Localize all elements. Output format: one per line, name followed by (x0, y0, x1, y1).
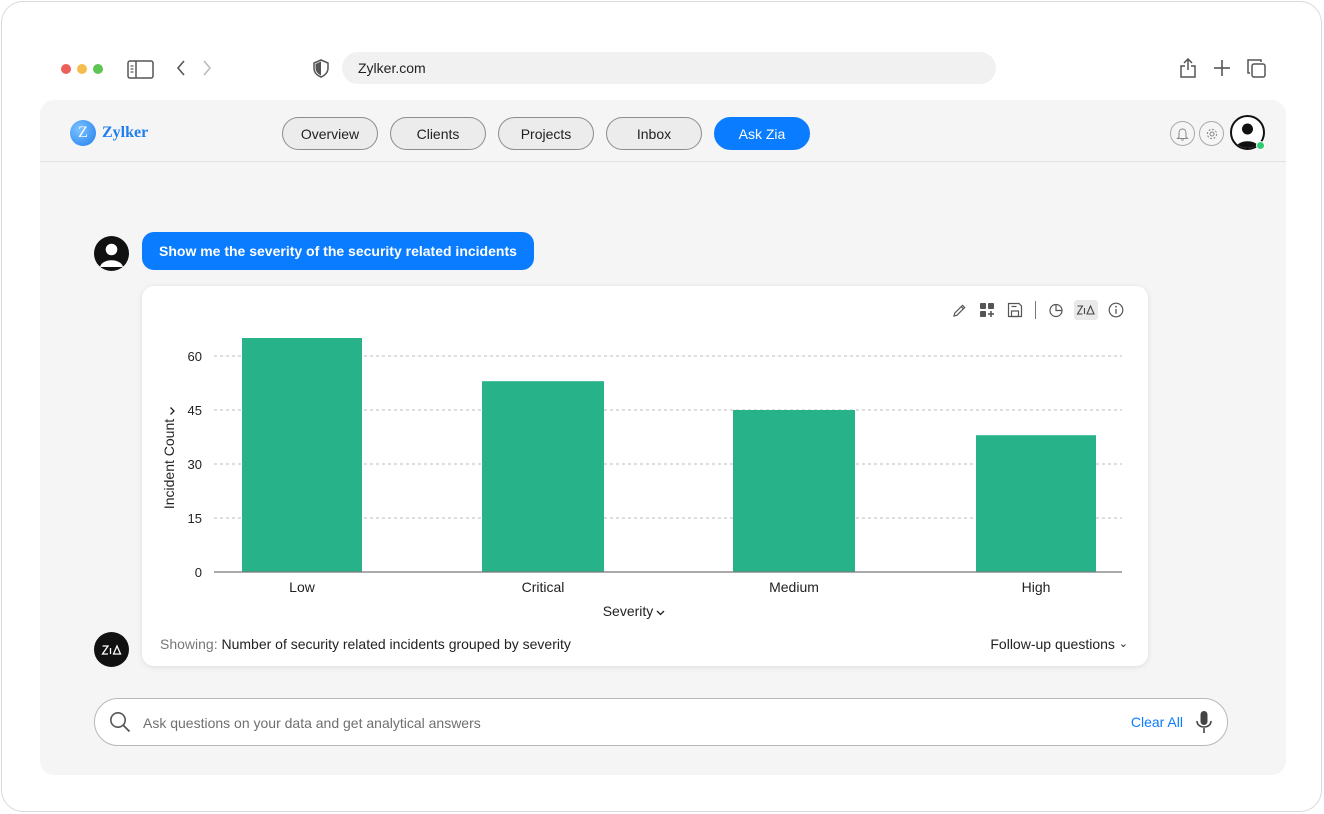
forward-arrow-icon[interactable] (198, 58, 216, 78)
y-tick-label: 0 (195, 565, 202, 580)
y-tick-label: 60 (188, 349, 202, 364)
tabs-overview-icon[interactable] (1245, 57, 1267, 79)
x-tick-label: Low (289, 579, 316, 595)
caption-prefix: Showing: (160, 636, 218, 652)
bar-critical (482, 381, 604, 572)
y-tick-label: 45 (188, 403, 202, 418)
share-icon[interactable] (1177, 56, 1199, 80)
x-tick-label: Critical (522, 579, 565, 595)
tab-label: Overview (300, 125, 360, 142)
minimize-window-dot[interactable] (77, 64, 87, 74)
user-question-bubble: Show me the severity of the security rel… (142, 232, 534, 270)
address-bar[interactable]: Zylker.com (342, 52, 996, 84)
sidebar-toggle-icon[interactable] (126, 58, 154, 80)
tab-label: Projects (520, 125, 572, 142)
y-axis-title: Incident Count (161, 419, 177, 509)
follow-up-questions-toggle[interactable]: Follow-up questions ⌄ (990, 636, 1128, 652)
maximize-window-dot[interactable] (93, 64, 103, 74)
app-container: Z Zylker Overview Clients Projects Inbox… (40, 100, 1286, 775)
y-tick-label: 30 (188, 457, 202, 472)
logo-badge: Z (70, 120, 96, 146)
bar-low (242, 338, 362, 572)
close-window-dot[interactable] (61, 64, 71, 74)
online-status-dot (1256, 141, 1265, 150)
logo-text: Zylker (102, 124, 149, 141)
bar-medium (733, 410, 855, 572)
severity-bar-chart: 0 15 30 45 60 Low Critical Medium High Severity In… (161, 338, 1122, 619)
url-text: Zylker.com (358, 60, 426, 76)
tab-ask-zia[interactable]: Ask Zia (714, 117, 810, 150)
user-avatar (94, 236, 129, 271)
chevron-down-icon (656, 610, 665, 616)
microphone-icon[interactable] (1195, 710, 1213, 739)
user-question-text: Show me the severity of the security rel… (159, 243, 517, 259)
new-tab-icon[interactable] (1211, 57, 1233, 79)
chart-caption: Showing: Number of security related inci… (160, 636, 571, 652)
zia-avatar-icon (94, 632, 129, 667)
tab-label: Inbox (636, 125, 672, 142)
search-icon (109, 711, 131, 738)
bar-high (976, 435, 1096, 572)
clear-all-button[interactable]: Clear All (1131, 714, 1183, 730)
x-tick-label: Medium (769, 579, 819, 595)
zylker-logo[interactable]: Z Zylker (70, 120, 148, 146)
y-tick-label: 15 (188, 511, 202, 526)
chevron-down-icon (170, 407, 175, 415)
shield-icon[interactable] (311, 57, 331, 79)
chevron-down-icon: ⌄ (1118, 638, 1128, 650)
follow-up-label: Follow-up questions (990, 636, 1115, 652)
tab-clients[interactable]: Clients (390, 117, 486, 150)
x-axis-title: Severity (603, 603, 654, 619)
chart-result-card: 0 15 30 45 60 Low Critical Medium High Severity In… (142, 286, 1148, 666)
tab-projects[interactable]: Projects (498, 117, 594, 150)
tab-label: Clients (416, 125, 460, 142)
app-header: Z Zylker Overview Clients Projects Inbox… (40, 100, 1286, 162)
gear-icon[interactable] (1199, 121, 1224, 146)
query-input[interactable] (143, 711, 1043, 735)
tab-label: Ask Zia (738, 125, 786, 142)
caption-text: Number of security related incidents gro… (221, 636, 571, 652)
bell-icon[interactable] (1170, 121, 1195, 146)
tab-overview[interactable]: Overview (282, 117, 378, 150)
tab-inbox[interactable]: Inbox (606, 117, 702, 150)
x-tick-label: High (1022, 579, 1051, 595)
query-bar: Clear All (94, 698, 1228, 746)
back-arrow-icon[interactable] (172, 58, 190, 78)
